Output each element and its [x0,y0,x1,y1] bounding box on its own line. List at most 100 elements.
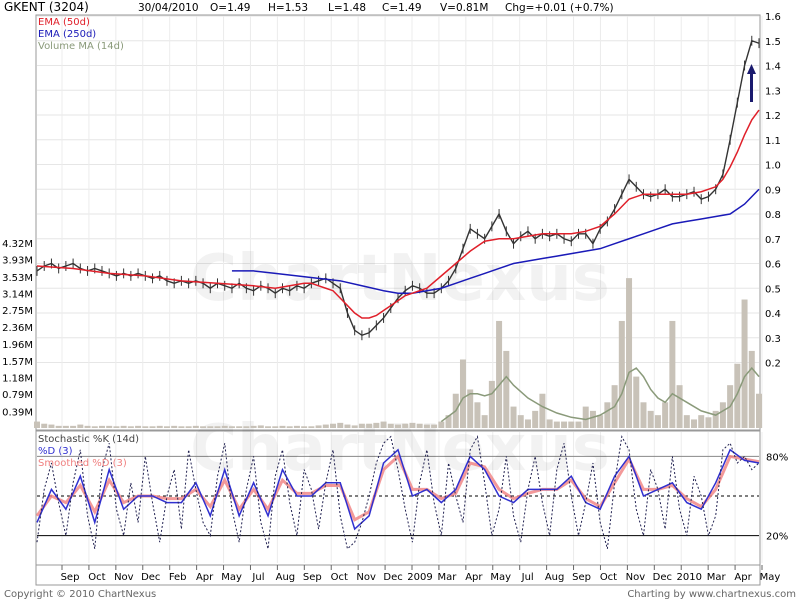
price-tick-label: 0.9 [765,185,781,196]
volume-bar [633,376,640,428]
volume-bar [257,425,264,428]
volume-bar [351,425,358,428]
price-panel [35,14,761,431]
volume-bar [654,415,661,428]
volume-bar [561,421,568,428]
time-tick-label: Sep [61,572,80,583]
volume-bar [178,426,185,428]
stoch-tick-label: 80% [766,452,788,463]
volume-bar [589,410,596,428]
volume-bar [676,385,683,428]
volume-bar [741,299,748,428]
volume-tick-label: 0.39M [2,407,33,418]
volume-tick-label: 2.75M [2,306,33,317]
volume-bar [719,402,726,428]
time-tick-label: Jul [251,572,264,583]
volume-bar [546,419,553,428]
volume-bar [70,425,77,428]
volume-bar [387,423,394,428]
stoch-legend-k: Stochastic %K (14d) [38,434,139,445]
footer-site: Charting by www.chartnexus.com [627,589,796,600]
time-tick-label: May [760,572,781,583]
volume-bar [553,421,560,428]
volume-bar [459,359,466,428]
volume-bar [98,425,105,428]
volume-bar [106,425,113,428]
volume-bar [618,320,625,428]
price-tick-label: 1.4 [765,62,781,73]
time-tick-label: Oct [88,572,105,583]
volume-bar [279,425,286,428]
volume-bar [524,419,531,428]
header-ticker: GKENT (3204) [4,0,89,14]
volume-bar [402,423,409,428]
time-tick-label: Dec [383,572,402,583]
time-tick-label: Feb [169,572,187,583]
volume-bar [228,426,235,428]
volume-bar [640,402,647,428]
volume-bar [358,423,365,428]
volume-bar [481,415,488,428]
time-tick-label: 2009 [407,572,432,583]
volume-bar [373,422,380,428]
volume-bar [683,415,690,428]
volume-bar [423,424,430,428]
volume-bar [409,422,416,428]
time-tick-label: Mar [707,572,727,583]
volume-bar [156,425,163,428]
volume-bar [41,423,48,428]
time-tick-label: Nov [626,572,646,583]
legend-ema50: EMA (50d) [38,17,90,28]
time-tick-label: Sep [303,572,322,583]
volume-bar [91,426,98,428]
volume-tick-label: 1.18M [2,373,33,384]
volume-bar [250,425,257,428]
price-tick-label: 0.6 [765,260,781,271]
volume-bar [330,423,337,428]
volume-bar [691,419,698,428]
header-volume: V=0.81M [440,2,488,14]
time-tick-label: Oct [600,572,617,583]
price-tick-label: 0.4 [765,309,781,320]
volume-bar [265,426,272,428]
stoch-legend-d: %D (3) [38,446,73,457]
volume-bar [488,380,495,428]
price-tick-label: 0.8 [765,210,781,221]
volume-tick-label: 3.53M [2,273,33,284]
time-tick-label: Nov [356,572,376,583]
volume-bar [539,393,546,428]
volume-bar [286,426,293,428]
volume-bar [503,350,510,428]
watermark: ChartNexus [190,242,610,316]
volume-bar [308,426,315,428]
price-tick-label: 1.6 [765,12,781,23]
volume-bar [575,421,582,428]
time-tick-label: Apr [734,572,752,583]
stock-chart: GKENT (3204) 30/04/2010 O=1.49 H=1.53 L=… [2,0,796,600]
stoch-tick-label: 20% [766,532,788,543]
time-tick-label: Sep [572,572,591,583]
time-tick-label: May [490,572,511,583]
volume-bar [171,425,178,428]
volume-bar [496,320,503,428]
volume-bar [604,402,611,428]
volume-tick-label: 0.79M [2,390,33,401]
price-tick-label: 0.3 [765,334,781,345]
time-tick-label: Mar [437,572,457,583]
volume-bar [517,415,524,428]
volume-bar [662,402,669,428]
volume-bar [272,426,279,428]
price-tick-label: 1.1 [765,136,781,147]
legend-volma: Volume MA (14d) [38,41,124,52]
volume-bar [510,406,517,428]
volume-bar [582,406,589,428]
price-tick-label: 1.2 [765,111,781,122]
volume-bar [293,425,300,428]
volume-bar [669,320,676,428]
volume-bar [135,425,142,428]
volume-bar [55,425,62,428]
volume-bar [221,425,228,428]
volume-bar [438,421,445,428]
volume-bar [568,421,575,428]
volume-bar [395,424,401,428]
